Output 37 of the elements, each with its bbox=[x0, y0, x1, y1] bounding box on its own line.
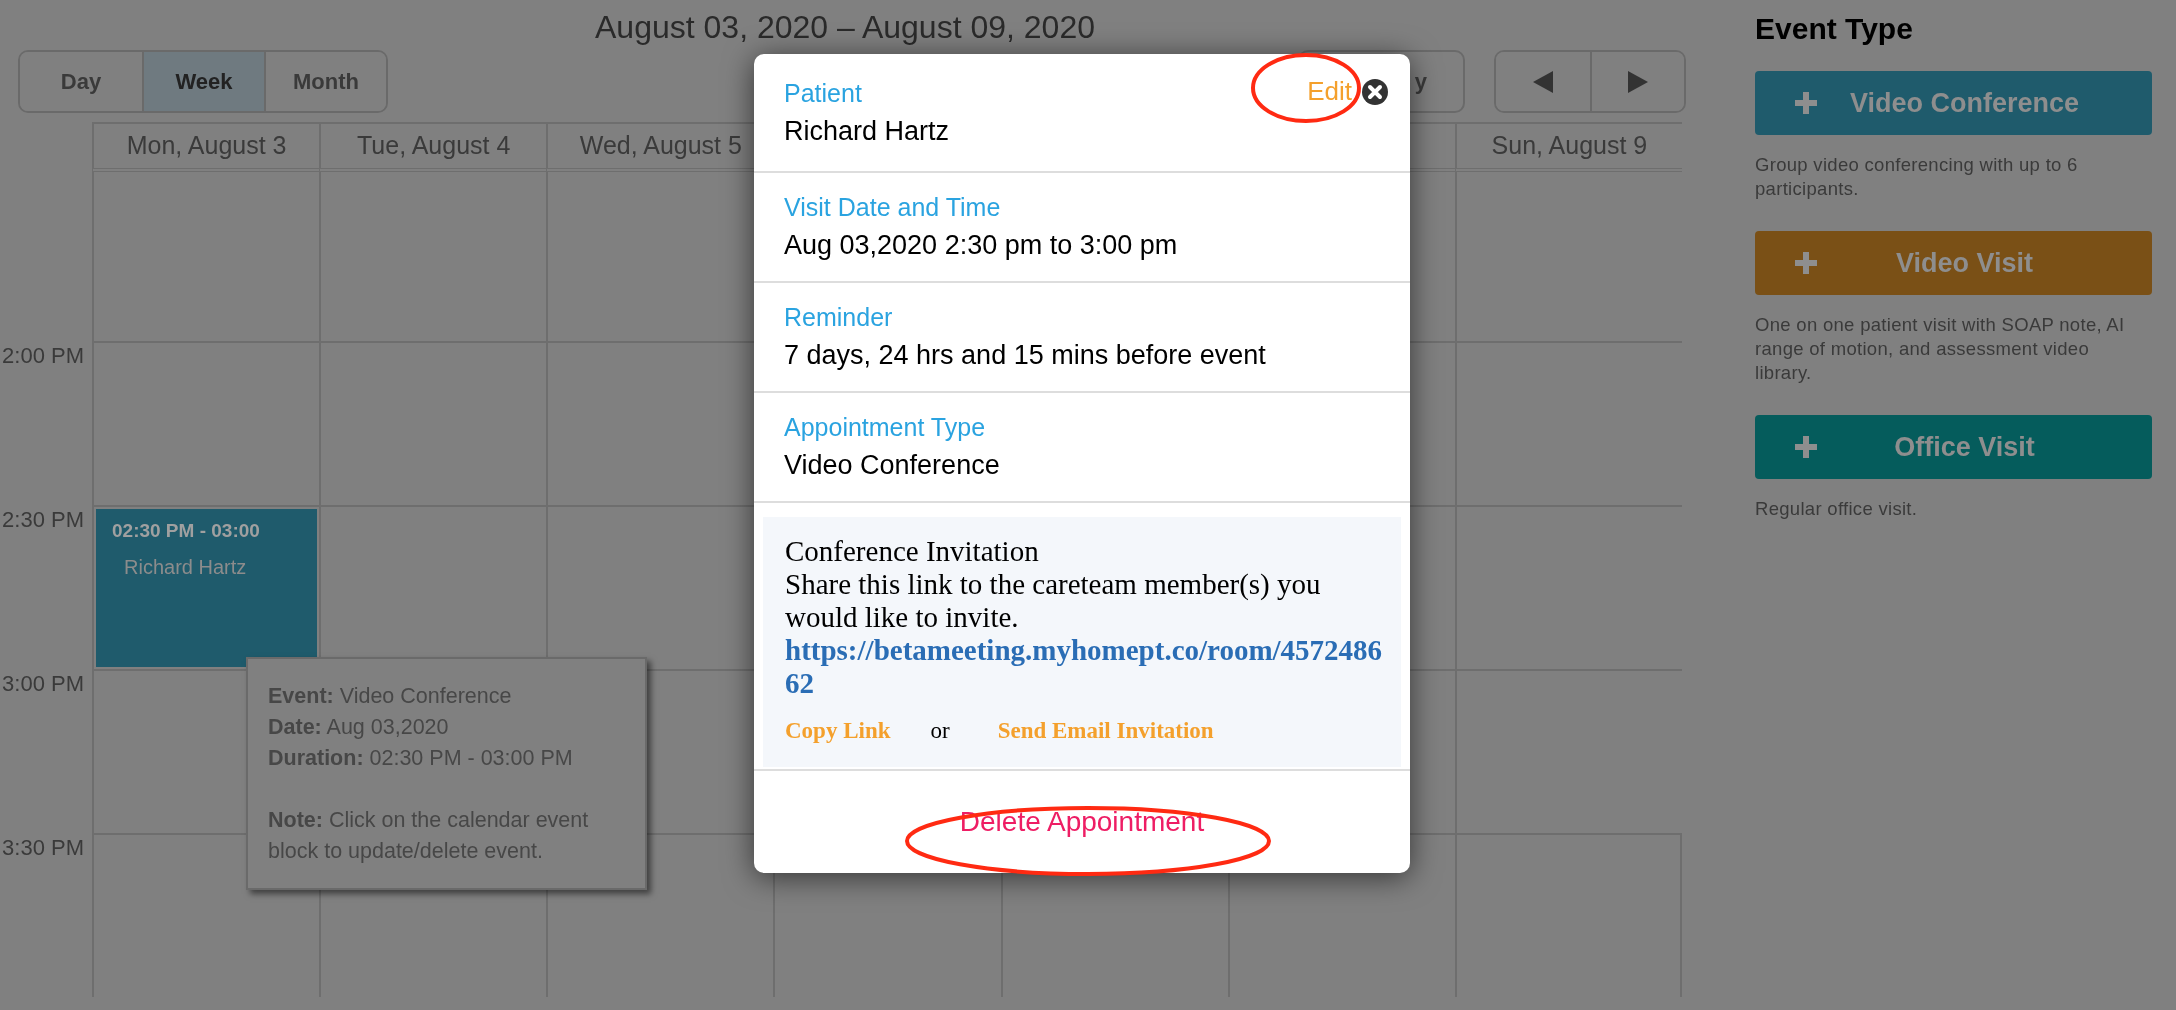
time-label: 2:00 PM bbox=[2, 345, 84, 367]
view-tab[interactable]: Month bbox=[264, 52, 386, 111]
invitation-text: Share this link to the careteam member(s) you would like to invite. bbox=[785, 568, 1322, 634]
event-time: 02:30 PM - 03:00 bbox=[112, 519, 261, 543]
field-label: Appointment Type bbox=[784, 412, 986, 443]
tooltip-line: Event: Video Conference bbox=[268, 683, 513, 710]
copy-link[interactable]: Copy Link bbox=[785, 714, 891, 747]
invitation-title: Conference Invitation bbox=[785, 535, 1040, 568]
email-invitation-link[interactable]: Send Email Invitation bbox=[997, 714, 1214, 747]
field-value: Richard Hartz bbox=[784, 114, 950, 148]
panel-title: Event Type bbox=[1755, 11, 1914, 47]
day-header: Mon, August 3 bbox=[92, 122, 320, 172]
field-label: Patient bbox=[784, 77, 862, 109]
event-type-button[interactable]: Video Visit bbox=[1755, 231, 2152, 295]
time-label: 2:30 PM bbox=[2, 509, 84, 531]
time-label: 3:30 PM bbox=[2, 837, 84, 859]
event-type-description: One on one patient visit with SOAP note, AI range of motion, and assessment video library. bbox=[1755, 313, 2126, 385]
event-patient: Richard Hartz bbox=[123, 554, 248, 580]
meeting-link[interactable]: https://betameeting.myhomept.co/room/457248662 bbox=[785, 634, 1387, 700]
view-tab[interactable]: Week bbox=[142, 52, 264, 111]
field-value: Aug 03,2020 2:30 pm to 3:00 pm bbox=[784, 229, 1178, 262]
event-type-description: Regular office visit. bbox=[1755, 497, 1919, 521]
event-type-button[interactable]: Video Conference bbox=[1755, 71, 2152, 135]
field-value: 7 days, 24 hrs and 15 mins before event bbox=[784, 339, 1266, 372]
tooltip-line: Date: Aug 03,2020 bbox=[268, 714, 450, 741]
field-label: Visit Date and Time bbox=[784, 192, 1001, 223]
field-value: Video Conference bbox=[784, 449, 1000, 482]
day-header: Tue, August 4 bbox=[319, 122, 547, 172]
event-type-description: Group video conferencing with up to 6 participants. bbox=[1755, 153, 2079, 201]
week-title: August 03, 2020 – August 09, 2020 bbox=[595, 8, 1095, 43]
event-type-button[interactable]: Office Visit bbox=[1755, 415, 2152, 479]
tooltip-note: Note: Click on the calendar event block to update/delete event. bbox=[268, 807, 590, 865]
day-header: Sun, August 9 bbox=[1454, 122, 1682, 172]
time-label: 3:00 PM bbox=[2, 673, 84, 695]
separator-text: or bbox=[930, 717, 950, 745]
tooltip-line: Duration: 02:30 PM - 03:00 PM bbox=[268, 745, 574, 772]
field-label: Reminder bbox=[784, 302, 893, 333]
